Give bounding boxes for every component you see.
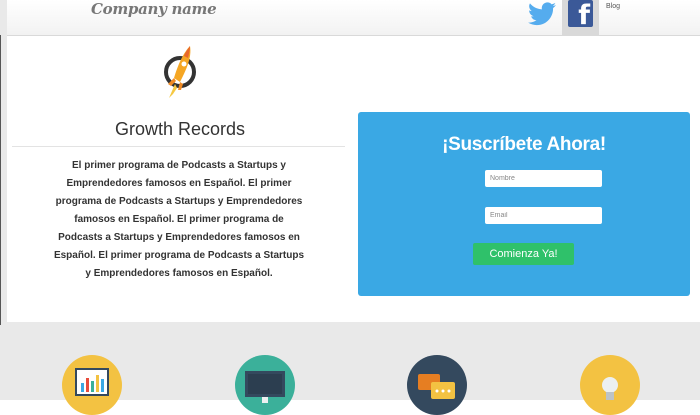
signup-panel: ¡Suscríbete Ahora! Comienza Ya! xyxy=(358,112,690,296)
chart-board-icon xyxy=(75,368,109,396)
feature-circle-2 xyxy=(235,355,295,415)
chat-bubbles-icon xyxy=(418,374,455,399)
monitor-icon xyxy=(245,371,285,403)
feature-circle-4 xyxy=(580,355,640,415)
lightbulb-icon xyxy=(602,377,618,400)
start-now-button[interactable]: Comienza Ya! xyxy=(473,243,574,265)
signup-title: ¡Suscríbete Ahora! xyxy=(442,134,606,155)
feature-circle-1 xyxy=(62,355,122,415)
company-logo[interactable]: Company name xyxy=(91,0,217,18)
left-edge xyxy=(0,0,7,400)
rocket-icon xyxy=(164,46,196,98)
twitter-icon[interactable] xyxy=(528,2,556,26)
facebook-icon: f xyxy=(568,0,593,27)
email-field[interactable] xyxy=(485,207,602,224)
feature-circle-3 xyxy=(407,355,467,415)
name-field[interactable] xyxy=(485,170,602,187)
title-divider xyxy=(12,146,345,147)
blog-link[interactable]: Blog xyxy=(606,3,620,10)
facebook-link[interactable]: f xyxy=(562,0,599,35)
page-title: Growth Records xyxy=(114,119,246,139)
hero-description: El primer programa de Podcasts a Startup… xyxy=(53,160,305,279)
